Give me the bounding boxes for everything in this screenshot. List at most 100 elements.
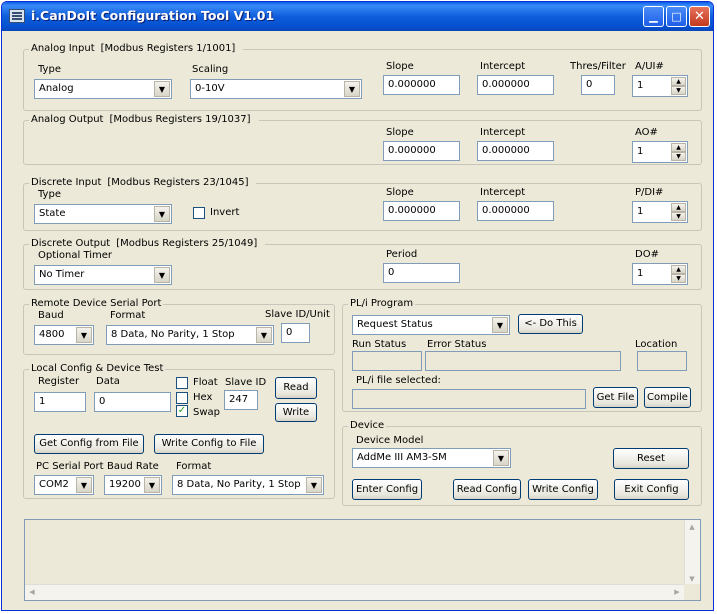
thres-filter-label: Thres/Filter	[570, 61, 626, 72]
register-input[interactable]: 1	[34, 392, 86, 412]
remote-baud-select[interactable]: 4800 ▼	[34, 325, 94, 345]
pli-program-title: PL/i Program	[348, 298, 416, 309]
location-field	[637, 351, 687, 371]
spin-down-icon[interactable]: ▼	[671, 274, 686, 283]
maximize-button[interactable]: □	[666, 6, 687, 27]
di-index-spinner[interactable]: 1 ▲ ▼	[632, 201, 688, 223]
scroll-right-icon[interactable]: ▶	[670, 585, 684, 599]
float-label: Float	[193, 377, 218, 388]
optional-timer-select[interactable]: No Timer ▼	[34, 265, 172, 285]
data-input[interactable]: 0	[94, 392, 171, 412]
type-label: Type	[38, 189, 61, 200]
baud-label: Baud	[38, 310, 64, 321]
pc-serial-port-label: PC Serial Port	[36, 461, 104, 472]
di-index-label: P/DI#	[635, 187, 664, 198]
spin-up-icon[interactable]: ▲	[671, 77, 686, 86]
dropdown-arrow-icon[interactable]: ▼	[154, 206, 170, 222]
remote-port-title: Remote Device Serial Port	[29, 298, 164, 309]
dropdown-arrow-icon[interactable]: ▼	[492, 317, 508, 333]
request-status-select[interactable]: Request Status ▼	[352, 315, 510, 335]
write-config-button[interactable]: Write Config	[528, 479, 598, 500]
ao-index-spinner[interactable]: 1 ▲ ▼	[632, 141, 688, 163]
discrete-input-title: Discrete Input [Modbus Registers 23/1045]	[29, 177, 257, 188]
intercept-label: Intercept	[480, 127, 526, 138]
ao-slope-input[interactable]: 0.000000	[383, 141, 460, 161]
do-index-label: DO#	[635, 249, 659, 260]
pc-baud-rate-select[interactable]: 19200 ▼	[104, 475, 162, 495]
slope-label: Slope	[386, 61, 414, 72]
analog-input-title: Analog Input [Modbus Registers 1/1001]	[29, 43, 244, 54]
read-button[interactable]: Read	[275, 377, 317, 399]
minimize-button[interactable]: ▁	[643, 6, 664, 27]
scaling-select[interactable]: 0-10V ▼	[190, 79, 362, 99]
format-label: Format	[110, 310, 146, 321]
format-label: Format	[176, 461, 212, 472]
period-input[interactable]: 0	[383, 263, 460, 283]
get-config-from-file-button[interactable]: Get Config from File	[34, 434, 144, 454]
device-model-select[interactable]: AddMe III AM3-SM ▼	[352, 448, 511, 468]
read-config-button[interactable]: Read Config	[453, 479, 521, 500]
enter-config-button[interactable]: Enter Config	[352, 479, 422, 500]
do-index-spinner[interactable]: 1 ▲ ▼	[632, 263, 688, 285]
dropdown-arrow-icon[interactable]: ▼	[144, 477, 160, 493]
write-config-to-file-button[interactable]: Write Config to File	[154, 434, 264, 454]
optional-timer-label: Optional Timer	[38, 250, 113, 261]
analog-type-select[interactable]: Analog ▼	[34, 79, 172, 99]
local-slave-id-input[interactable]: 247	[224, 390, 258, 410]
thres-filter-input[interactable]: 0	[581, 75, 615, 95]
dropdown-arrow-icon[interactable]: ▼	[344, 81, 360, 97]
local-config-group: Local Config & Device Test Register 1 Da…	[23, 363, 335, 499]
exit-config-button[interactable]: Exit Config	[614, 479, 689, 500]
dropdown-arrow-icon[interactable]: ▼	[154, 267, 170, 283]
dropdown-arrow-icon[interactable]: ▼	[256, 327, 272, 343]
remote-slave-id-input[interactable]: 0	[281, 323, 310, 343]
local-config-title: Local Config & Device Test	[29, 363, 166, 374]
spin-down-icon[interactable]: ▼	[671, 86, 686, 95]
dropdown-arrow-icon[interactable]: ▼	[76, 327, 92, 343]
pc-serial-port-select[interactable]: COM2 ▼	[34, 475, 94, 495]
compile-button[interactable]: Compile	[644, 387, 691, 408]
intercept-label: Intercept	[480, 187, 526, 198]
slave-id-unit-label: Slave ID/Unit	[265, 309, 330, 320]
vertical-scrollbar[interactable]: ▲ ▼	[684, 520, 700, 586]
run-status-field	[352, 351, 422, 371]
reset-button[interactable]: Reset	[613, 448, 689, 469]
horizontal-scrollbar[interactable]: ◀ ▶	[25, 584, 684, 600]
do-this-button[interactable]: <- Do This	[518, 314, 583, 334]
close-button[interactable]: ✕	[689, 6, 710, 27]
device-model-label: Device Model	[356, 435, 424, 446]
slope-input[interactable]: 0.000000	[383, 75, 460, 95]
spin-up-icon[interactable]: ▲	[671, 265, 686, 274]
get-file-button[interactable]: Get File	[593, 387, 638, 408]
pli-file-field	[352, 389, 586, 409]
spin-up-icon[interactable]: ▲	[671, 203, 686, 212]
dropdown-arrow-icon[interactable]: ▼	[493, 450, 509, 466]
hex-label: Hex	[193, 392, 213, 403]
swap-checkbox[interactable]: ✓	[176, 405, 188, 417]
intercept-input[interactable]: 0.000000	[477, 75, 554, 95]
scroll-left-icon[interactable]: ◀	[25, 585, 39, 599]
discrete-type-select[interactable]: State ▼	[34, 204, 172, 224]
title-bar[interactable]: i.CanDoIt Configuration Tool V1.01 ▁ □ ✕	[2, 2, 713, 31]
invert-checkbox[interactable]	[193, 207, 205, 219]
write-button[interactable]: Write	[275, 403, 317, 422]
app-window: i.CanDoIt Configuration Tool V1.01 ▁ □ ✕…	[1, 1, 714, 611]
remote-format-select[interactable]: 8 Data, No Parity, 1 Stop ▼	[106, 325, 274, 345]
float-checkbox[interactable]	[176, 377, 188, 389]
ai-index-spinner[interactable]: 1 ▲ ▼	[632, 75, 688, 97]
scroll-up-icon[interactable]: ▲	[685, 520, 699, 534]
spin-down-icon[interactable]: ▼	[671, 212, 686, 221]
spin-down-icon[interactable]: ▼	[671, 152, 686, 161]
ao-intercept-input[interactable]: 0.000000	[477, 141, 554, 161]
invert-label: Invert	[210, 207, 240, 218]
hex-checkbox[interactable]	[176, 392, 188, 404]
di-intercept-input[interactable]: 0.000000	[477, 201, 554, 221]
spin-up-icon[interactable]: ▲	[671, 143, 686, 152]
dropdown-arrow-icon[interactable]: ▼	[306, 477, 322, 493]
discrete-output-title: Discrete Output [Modbus Registers 25/1049…	[29, 238, 266, 249]
log-textarea[interactable]: ▲ ▼ ◀ ▶	[24, 519, 701, 601]
dropdown-arrow-icon[interactable]: ▼	[154, 81, 170, 97]
dropdown-arrow-icon[interactable]: ▼	[76, 477, 92, 493]
di-slope-input[interactable]: 0.000000	[383, 201, 460, 221]
pc-format-select[interactable]: 8 Data, No Parity, 1 Stop ▼	[172, 475, 324, 495]
